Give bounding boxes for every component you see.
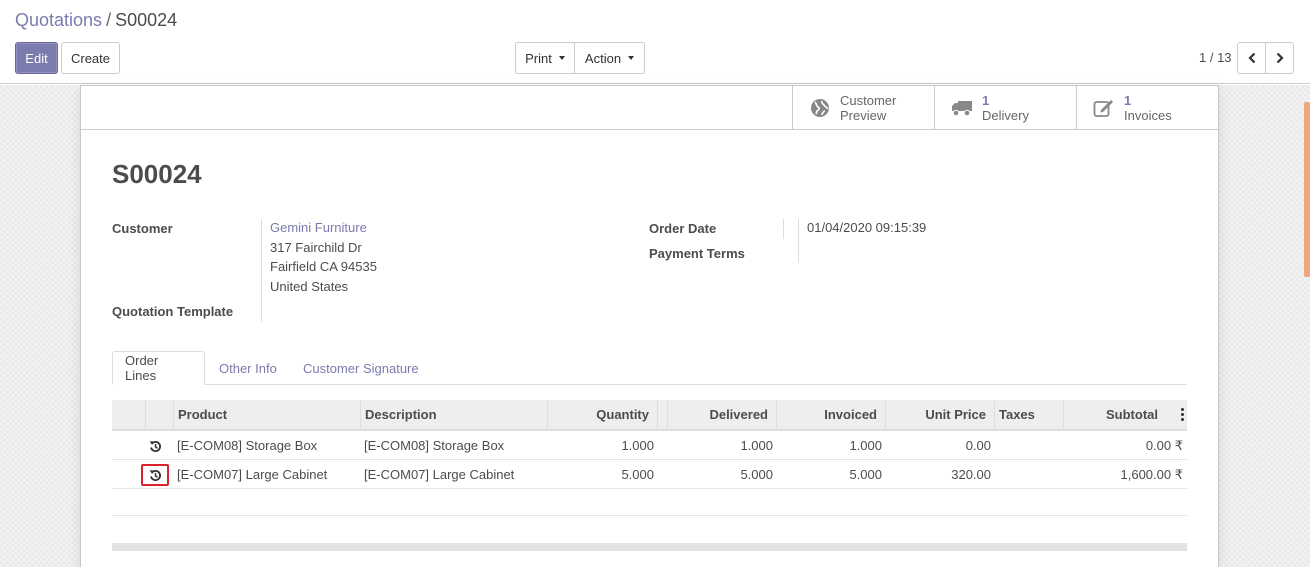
delivery-count: 1	[982, 92, 990, 108]
header-description[interactable]: Description	[361, 400, 548, 429]
quotation-template-label: Quotation Template	[112, 304, 234, 319]
cell-invoiced: 1.000	[849, 438, 882, 453]
cell-description: [E-COM07] Large Cabinet	[364, 467, 515, 482]
header-delivered[interactable]: Delivered	[668, 400, 777, 429]
cell-product: [E-COM08] Storage Box	[177, 438, 318, 453]
pager-value[interactable]: 1 / 13	[1199, 50, 1232, 65]
smart-button-box: Customer Preview 1 Delivery 1 Invoices	[81, 86, 1218, 130]
header-taxes[interactable]: Taxes	[995, 400, 1064, 429]
cell-product: [E-COM07] Large Cabinet	[177, 467, 328, 482]
order-date-label: Order Date	[649, 221, 717, 236]
table-row[interactable]: [E-COM08] Storage Box [E-COM08] Storage …	[112, 431, 1187, 460]
field-divider	[783, 219, 784, 239]
field-divider	[261, 219, 262, 322]
customer-preview-label-1: Customer	[840, 92, 897, 108]
delivery-label: Delivery	[982, 107, 1029, 123]
tab-order-lines[interactable]: Order Lines	[112, 351, 205, 385]
invoices-button[interactable]: 1 Invoices	[1076, 86, 1218, 129]
invoices-count: 1	[1124, 92, 1132, 108]
notebook-tabs: Order Lines Other Info Customer Signatur…	[112, 351, 1187, 385]
invoices-label: Invoices	[1124, 107, 1172, 123]
cell-delivered: 5.000	[740, 467, 773, 482]
chevron-right-icon	[1276, 52, 1284, 64]
chevron-left-icon	[1247, 52, 1255, 64]
cell-invoiced: 5.000	[849, 467, 882, 482]
action-label: Action	[584, 50, 622, 66]
scrollbar-thumb[interactable]	[1304, 102, 1310, 277]
header-icon-cell	[146, 400, 174, 429]
pager-previous-button[interactable]	[1237, 42, 1266, 74]
tab-other-info[interactable]: Other Info	[207, 351, 289, 385]
order-date-value: 01/04/2020 09:15:39	[807, 220, 927, 235]
table-footer-bar	[112, 543, 1187, 551]
cell-quantity: 5.000	[621, 467, 654, 482]
record-title: S00024	[112, 159, 202, 189]
header-spacer	[658, 400, 668, 429]
delivery-button[interactable]: 1 Delivery	[934, 86, 1076, 129]
customer-preview-label-2: Preview	[840, 107, 887, 123]
header-product[interactable]: Product	[174, 400, 361, 429]
cell-quantity: 1.000	[621, 438, 654, 453]
order-lines-table: Product Description Quantity Delivered I…	[112, 400, 1187, 516]
header-handle-cell	[112, 400, 146, 429]
pager-next-button[interactable]	[1265, 42, 1294, 74]
edit-button[interactable]: Edit	[15, 42, 58, 74]
cell-taxes	[995, 431, 1064, 460]
customer-address-line3: United States	[270, 279, 349, 294]
breadcrumb: Quotations / S00024	[15, 10, 177, 31]
customer-address-line2: Fairfield CA 94535	[270, 259, 377, 274]
caret-down-icon	[558, 56, 565, 60]
breadcrumb-current: S00024	[115, 10, 178, 30]
action-dropdown-button[interactable]: Action	[574, 42, 645, 74]
optional-columns-kebab-icon[interactable]	[1181, 408, 1184, 421]
pencil-square-icon	[1093, 97, 1115, 119]
header-invoiced[interactable]: Invoiced	[777, 400, 886, 429]
print-dropdown-button[interactable]: Print	[515, 42, 575, 74]
customer-address-line1: 317 Fairchild Dr	[270, 240, 362, 255]
cell-taxes	[995, 460, 1064, 489]
table-row[interactable]: [E-COM07] Large Cabinet [E-COM07] Large …	[112, 460, 1187, 489]
table-header: Product Description Quantity Delivered I…	[112, 400, 1187, 431]
customer-link[interactable]: Gemini Furniture	[270, 218, 367, 238]
cell-subtotal: 0.00 ₹	[1145, 437, 1183, 453]
cell-unit-price: 320.00	[951, 467, 991, 482]
empty-table-row	[112, 489, 1187, 516]
control-panel: Quotations / S00024 Edit Create Print Acti…	[0, 0, 1310, 84]
customer-preview-button[interactable]: Customer Preview	[792, 86, 934, 129]
header-unit-price[interactable]: Unit Price	[886, 400, 995, 429]
cell-description: [E-COM08] Storage Box	[364, 438, 505, 453]
cell-delivered: 1.000	[740, 438, 773, 453]
field-divider	[798, 219, 799, 263]
form-sheet: Customer Preview 1 Delivery 1 Invoices S000…	[80, 85, 1219, 567]
breadcrumb-separator: /	[106, 10, 112, 30]
caret-down-icon	[628, 56, 635, 60]
truck-icon	[951, 97, 973, 119]
header-quantity[interactable]: Quantity	[548, 400, 658, 429]
print-label: Print	[525, 50, 552, 66]
header-subtotal[interactable]: Subtotal	[1064, 400, 1187, 429]
create-button[interactable]: Create	[61, 42, 120, 74]
cell-unit-price: 0.00	[965, 438, 991, 453]
tab-customer-signature[interactable]: Customer Signature	[291, 351, 431, 385]
payment-terms-label: Payment Terms	[649, 246, 745, 261]
customer-label: Customer	[112, 221, 173, 236]
breadcrumb-quotations-link[interactable]: Quotations	[15, 10, 102, 30]
cell-subtotal: 1,600.00 ₹	[1120, 466, 1184, 482]
history-icon[interactable]	[141, 435, 169, 457]
history-icon[interactable]	[141, 464, 169, 486]
globe-icon	[809, 97, 831, 119]
